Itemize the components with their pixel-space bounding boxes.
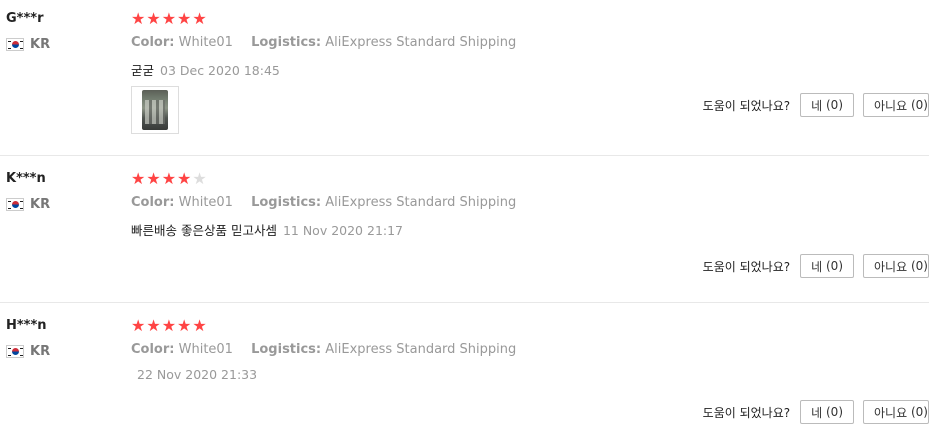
star-filled-icon: ★ xyxy=(192,316,207,335)
star-filled-icon: ★ xyxy=(177,169,192,188)
logistics-value: AliExpress Standard Shipping xyxy=(325,195,517,210)
color-value: White01 xyxy=(178,35,233,50)
reviewer-country: KR xyxy=(6,197,50,212)
star-rating: ★ ★ ★ ★ ★ xyxy=(131,11,207,27)
korea-flag-icon xyxy=(6,38,24,51)
korea-flag-icon xyxy=(6,345,24,358)
helpful-question: 도움이 되었나요? xyxy=(702,405,791,420)
no-label: 아니요 xyxy=(874,98,908,113)
review-attributes: Color: White01 Logistics: AliExpress Sta… xyxy=(131,35,516,50)
star-rating: ★ ★ ★ ★ ★ xyxy=(131,318,207,334)
star-filled-icon: ★ xyxy=(146,316,161,335)
helpful-no-button[interactable]: 아니요 (0) xyxy=(863,400,929,424)
review-content: 22 Nov 2020 21:33 xyxy=(131,367,257,382)
review-text: 빠른배송 좋은상품 믿고사셈 xyxy=(131,223,277,238)
yes-label: 네 xyxy=(811,98,823,113)
helpful-question: 도움이 되었나요? xyxy=(702,259,791,274)
color-key: Color: xyxy=(131,35,175,50)
reviewer-country: KR xyxy=(6,37,50,52)
yes-label: 네 xyxy=(811,259,823,274)
review-content: 굳굳 03 Dec 2020 18:45 xyxy=(131,60,280,79)
review-attributes: Color: White01 Logistics: AliExpress Sta… xyxy=(131,342,516,357)
country-code: KR xyxy=(30,37,51,52)
star-filled-icon: ★ xyxy=(161,169,177,188)
helpful-no-button[interactable]: 아니요 (0) xyxy=(863,93,929,117)
helpful-question: 도움이 되었나요? xyxy=(702,98,791,113)
country-code: KR xyxy=(30,197,51,212)
star-filled-icon: ★ xyxy=(131,9,146,28)
color-key: Color: xyxy=(131,342,175,357)
review-item: K***n KR ★ ★ ★ ★ ★ Color: White01 Logistics:… xyxy=(0,156,929,303)
helpful-yes-button[interactable]: 네 (0) xyxy=(800,93,854,117)
korea-flag-icon xyxy=(6,198,24,211)
star-filled-icon: ★ xyxy=(131,169,146,188)
star-filled-icon: ★ xyxy=(146,9,161,28)
star-filled-icon: ★ xyxy=(161,316,177,335)
review-item: H***n KR ★ ★ ★ ★ ★ Color: White01 Logistics:… xyxy=(0,303,929,432)
helpful-yes-button[interactable]: 네 (0) xyxy=(800,400,854,424)
review-date: 11 Nov 2020 21:17 xyxy=(282,223,404,238)
color-value: White01 xyxy=(178,195,233,210)
color-key: Color: xyxy=(131,195,175,210)
logistics-key: Logistics: xyxy=(251,35,322,50)
yes-count: (0) xyxy=(826,259,843,273)
review-date: 03 Dec 2020 18:45 xyxy=(160,63,280,78)
star-filled-icon: ★ xyxy=(177,9,192,28)
helpful-no-button[interactable]: 아니요 (0) xyxy=(863,254,929,278)
logistics-value: AliExpress Standard Shipping xyxy=(325,342,517,357)
color-value: White01 xyxy=(178,342,233,357)
reviewer-country: KR xyxy=(6,344,50,359)
logistics-key: Logistics: xyxy=(251,195,322,210)
logistics-key: Logistics: xyxy=(251,342,322,357)
star-filled-icon: ★ xyxy=(177,316,192,335)
review-photo xyxy=(142,90,168,130)
helpful-vote: 도움이 되었나요? 네 (0) 아니요 (0) xyxy=(703,93,929,117)
logistics-value: AliExpress Standard Shipping xyxy=(325,35,517,50)
no-count: (0) xyxy=(910,259,928,273)
reviewer-name: G***r xyxy=(6,11,44,26)
country-code: KR xyxy=(30,344,51,359)
star-rating: ★ ★ ★ ★ ★ xyxy=(131,171,207,187)
star-filled-icon: ★ xyxy=(161,9,177,28)
review-date: 22 Nov 2020 21:33 xyxy=(137,367,258,382)
helpful-vote: 도움이 되었나요? 네 (0) 아니요 (0) xyxy=(703,400,929,424)
yes-label: 네 xyxy=(811,405,823,420)
review-content: 빠른배송 좋은상품 믿고사셈 11 Nov 2020 21:17 xyxy=(131,220,403,239)
yes-count: (0) xyxy=(826,98,843,112)
no-label: 아니요 xyxy=(874,259,908,274)
review-text: 굳굳 xyxy=(131,63,155,78)
helpful-yes-button[interactable]: 네 (0) xyxy=(800,254,854,278)
review-attributes: Color: White01 Logistics: AliExpress Sta… xyxy=(131,195,516,210)
star-filled-icon: ★ xyxy=(192,9,207,28)
star-empty-icon: ★ xyxy=(192,169,207,188)
no-label: 아니요 xyxy=(874,405,908,420)
star-filled-icon: ★ xyxy=(146,169,161,188)
helpful-vote: 도움이 되었나요? 네 (0) 아니요 (0) xyxy=(703,254,929,278)
review-photo-thumbnail[interactable] xyxy=(131,86,179,134)
star-filled-icon: ★ xyxy=(131,316,146,335)
no-count: (0) xyxy=(910,405,928,419)
review-item: G***r KR ★ ★ ★ ★ ★ Color: White01 Logistics:… xyxy=(0,0,929,156)
yes-count: (0) xyxy=(826,405,843,419)
reviewer-name: H***n xyxy=(6,318,47,333)
no-count: (0) xyxy=(910,98,928,112)
reviewer-name: K***n xyxy=(6,171,46,186)
